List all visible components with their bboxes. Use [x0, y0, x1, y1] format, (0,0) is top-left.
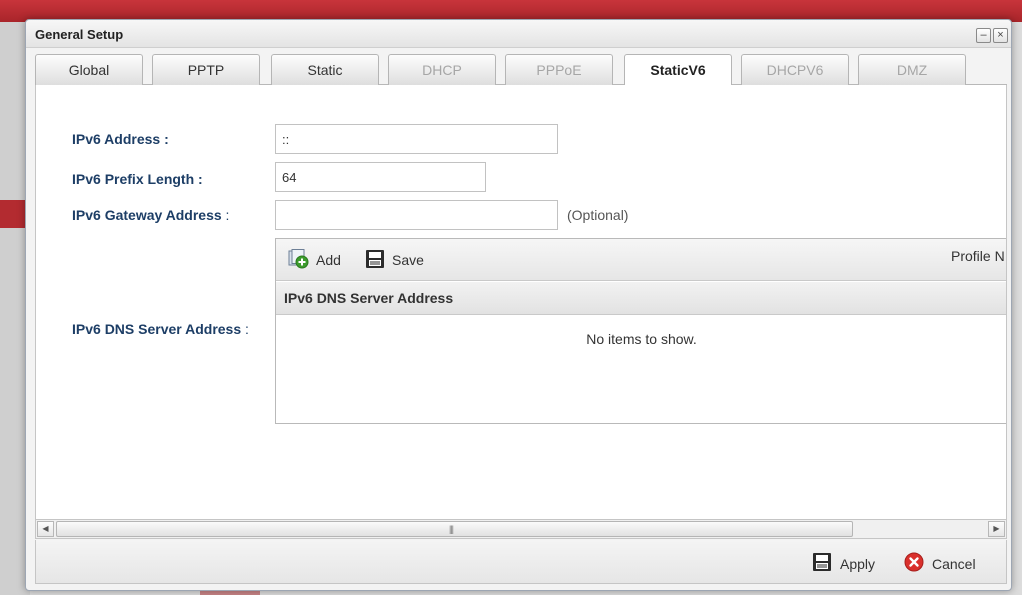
gateway-address-label: IPv6 Gateway Address :: [72, 207, 230, 223]
save-icon: [812, 552, 832, 575]
save-icon: [365, 249, 385, 272]
grid-column-header[interactable]: IPv6 DNS Server Address: [276, 282, 1006, 315]
tab-global[interactable]: Global: [35, 54, 143, 85]
prefix-length-input[interactable]: [275, 162, 486, 192]
grid-toolbar: Add Save Profile N: [276, 239, 1006, 281]
ipv6-address-label: IPv6 Address :: [72, 131, 169, 147]
prefix-length-label: IPv6 Prefix Length :: [72, 171, 203, 187]
cancel-button[interactable]: Cancel: [904, 552, 976, 575]
minimize-button[interactable]: –: [976, 28, 991, 43]
dns-server-grid: Add Save Profile N IPv6 DNS Server Addre…: [275, 238, 1006, 424]
profile-name-label: Profile N: [951, 248, 1005, 264]
tab-dhcp[interactable]: DHCP: [388, 54, 496, 85]
grid-empty-message: No items to show.: [276, 331, 1006, 347]
tab-dmz[interactable]: DMZ: [858, 54, 966, 85]
close-button[interactable]: ×: [993, 28, 1008, 43]
apply-button-label: Apply: [840, 555, 876, 572]
empty-text: No items to show.: [586, 331, 697, 347]
save-button-label: Save: [392, 252, 424, 268]
scrollbar-thumb[interactable]: |||: [56, 521, 853, 537]
save-button[interactable]: Save: [365, 249, 424, 271]
tab-staticv6[interactable]: StaticV6: [624, 54, 732, 86]
tab-bar: Global PPTP Static DHCP PPPoE StaticV6 D…: [35, 54, 1007, 86]
tab-static[interactable]: Static: [271, 54, 379, 85]
scroll-left-icon[interactable]: ◀: [37, 521, 54, 537]
grip-icon: |||: [449, 524, 454, 534]
dialog-title: General Setup: [35, 27, 124, 42]
add-button[interactable]: Add: [287, 248, 341, 272]
add-icon: [287, 248, 309, 272]
cancel-icon: [904, 552, 924, 575]
dns-server-label: IPv6 DNS Server Address :: [72, 321, 249, 337]
horizontal-scrollbar[interactable]: ◀ ||| ▶: [35, 519, 1007, 539]
dialog-footer: Apply Cancel: [35, 540, 1007, 584]
tab-pptp[interactable]: PPTP: [152, 54, 260, 85]
ipv6-address-input[interactable]: [275, 124, 558, 154]
scroll-right-icon[interactable]: ▶: [988, 521, 1005, 537]
add-button-label: Add: [316, 252, 341, 268]
optional-hint: (Optional): [567, 207, 629, 223]
tab-dhcpv6[interactable]: DHCPV6: [741, 54, 849, 85]
tab-pppoe[interactable]: PPPoE: [505, 54, 613, 85]
general-setup-dialog: General Setup – × Global PPTP Static DHC…: [25, 19, 1012, 591]
apply-button[interactable]: Apply: [812, 552, 875, 575]
dialog-titlebar: General Setup – ×: [26, 20, 1011, 48]
gateway-address-input[interactable]: [275, 200, 558, 230]
tab-content-panel: IPv6 Address : IPv6 Prefix Length : IPv6…: [35, 85, 1007, 519]
cancel-button-label: Cancel: [932, 555, 976, 572]
